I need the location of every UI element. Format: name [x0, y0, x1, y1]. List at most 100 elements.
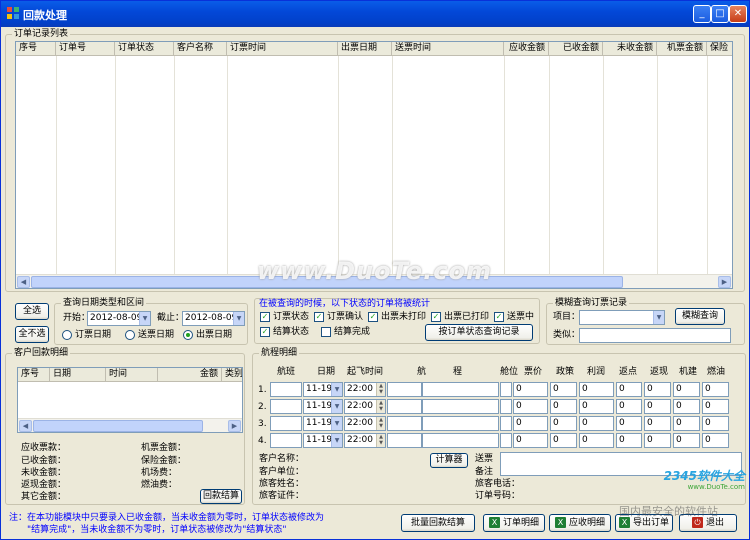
flight-airport-fee-input[interactable]: 0 — [673, 382, 700, 397]
payments-col-header[interactable]: 时间 — [106, 368, 158, 382]
dropdown-arrow-icon[interactable]: ▼ — [331, 383, 342, 396]
flight-airport-fee-input[interactable]: 0 — [673, 416, 700, 431]
orders-col-header[interactable]: 订单状态 — [115, 42, 174, 56]
checkbox-settling[interactable]: ✓ — [260, 327, 270, 337]
orders-table[interactable]: 序号 订单号 订单状态 客户名称 订票时间 出票日期 送票时间 应收金额 已收金… — [15, 41, 733, 289]
flight-profit-input[interactable]: 0 — [579, 382, 614, 397]
flight-cabin-input[interactable] — [500, 416, 512, 431]
flight-price-input[interactable]: 0 — [513, 382, 548, 397]
checkbox-issued-unprinted[interactable]: ✓ — [368, 312, 378, 322]
batch-settle-button[interactable]: 批量回款结算 — [401, 514, 475, 532]
orders-col-header[interactable]: 订票时间 — [227, 42, 338, 56]
orders-col-header[interactable]: 机票金额 — [657, 42, 707, 56]
checkbox-issued-printed[interactable]: ✓ — [431, 312, 441, 322]
receivable-detail-button[interactable]: X 应收明细 — [549, 514, 611, 532]
orders-col-header[interactable]: 未收金额 — [603, 42, 657, 56]
scroll-left-arrow-icon[interactable]: ◀ — [19, 420, 32, 432]
flight-cashback-input[interactable]: 0 — [644, 433, 671, 448]
flight-fuel-fee-input[interactable]: 0 — [702, 382, 729, 397]
checkbox-order-confirm[interactable]: ✓ — [314, 312, 324, 322]
flight-route-input[interactable] — [422, 382, 499, 397]
payments-col-header[interactable]: 金额 — [158, 368, 222, 382]
flight-date-select[interactable]: 11-19 ▼ — [303, 416, 343, 431]
scroll-right-arrow-icon[interactable]: ▶ — [228, 420, 241, 432]
payments-col-header[interactable]: 序号 — [18, 368, 50, 382]
flight-cashback-input[interactable]: 0 — [644, 382, 671, 397]
dropdown-arrow-icon[interactable]: ▼ — [331, 417, 342, 430]
checkbox-settled[interactable] — [321, 327, 331, 337]
order-detail-button[interactable]: X 订单明细 — [483, 514, 545, 532]
flight-cashback-input[interactable]: 0 — [644, 416, 671, 431]
payments-table[interactable]: 序号 日期 时间 金额 类别 ◀ ▶ — [17, 367, 243, 433]
checkbox-settled-label[interactable]: 结算完成 — [334, 327, 370, 338]
flight-from-input[interactable] — [387, 399, 422, 414]
flight-policy-input[interactable]: 0 — [550, 382, 577, 397]
flight-date-select[interactable]: 11-19 ▼ — [303, 399, 343, 414]
spinner-arrows-icon[interactable]: ▲ ▼ — [376, 383, 385, 396]
flight-rebate-input[interactable]: 0 — [616, 433, 642, 448]
dropdown-arrow-icon[interactable]: ▼ — [331, 434, 342, 447]
flight-policy-input[interactable]: 0 — [550, 433, 577, 448]
flight-policy-input[interactable]: 0 — [550, 399, 577, 414]
checkbox-order-status-label[interactable]: 订票状态 — [273, 312, 309, 323]
payments-col-header[interactable]: 类别 — [222, 368, 242, 382]
flight-price-input[interactable]: 0 — [513, 399, 548, 414]
flight-number-input[interactable] — [270, 433, 302, 448]
flight-profit-input[interactable]: 0 — [579, 399, 614, 414]
calculator-button[interactable]: 计算器 — [430, 453, 468, 468]
orders-col-header[interactable]: 客户名称 — [174, 42, 227, 56]
dropdown-arrow-icon[interactable]: ▼ — [331, 400, 342, 413]
orders-col-header[interactable]: 已收金额 — [549, 42, 603, 56]
flight-cabin-input[interactable] — [500, 399, 512, 414]
checkbox-order-confirm-label[interactable]: 订票确认 — [327, 312, 363, 323]
flight-from-input[interactable] — [387, 416, 422, 431]
payments-col-header[interactable]: 日期 — [50, 368, 106, 382]
dropdown-arrow-icon[interactable]: ▼ — [233, 312, 244, 325]
flight-airport-fee-input[interactable]: 0 — [673, 399, 700, 414]
flight-cabin-input[interactable] — [500, 433, 512, 448]
select-all-button[interactable]: 全选 — [15, 303, 49, 320]
flight-number-input[interactable] — [270, 399, 302, 414]
select-none-button[interactable]: 全不选 — [15, 326, 49, 343]
end-date-picker[interactable]: 2012-08-09 ▼ — [182, 311, 245, 326]
fuzzy-item-select[interactable]: ▼ — [579, 310, 665, 325]
orders-col-header[interactable]: 订单号 — [56, 42, 115, 56]
flight-rebate-input[interactable]: 0 — [616, 416, 642, 431]
flight-time-spinner[interactable]: 22:00 ▲ ▼ — [344, 399, 386, 414]
radio-order-date[interactable] — [62, 330, 72, 340]
payments-hscrollbar[interactable]: ◀ ▶ — [18, 418, 242, 432]
orders-col-header[interactable]: 送票时间 — [392, 42, 504, 56]
radio-issue-date-label[interactable]: 出票日期 — [196, 330, 232, 341]
query-by-status-button[interactable]: 按订单状态查询记录 — [425, 324, 533, 341]
checkbox-issued-printed-label[interactable]: 出票已打印 — [444, 312, 489, 323]
checkbox-delivering-label[interactable]: 送票中 — [507, 312, 534, 323]
fuzzy-type-input[interactable] — [579, 328, 731, 343]
scroll-left-arrow-icon[interactable]: ◀ — [17, 276, 30, 288]
flight-profit-input[interactable]: 0 — [579, 416, 614, 431]
flight-from-input[interactable] — [387, 433, 422, 448]
flight-cabin-input[interactable] — [500, 382, 512, 397]
dropdown-arrow-icon[interactable]: ▼ — [653, 311, 664, 324]
spinner-arrows-icon[interactable]: ▲ ▼ — [376, 417, 385, 430]
close-button[interactable]: ✕ — [729, 5, 747, 23]
flight-airport-fee-input[interactable]: 0 — [673, 433, 700, 448]
flight-route-input[interactable] — [422, 433, 499, 448]
flight-policy-input[interactable]: 0 — [550, 416, 577, 431]
radio-order-date-label[interactable]: 订票日期 — [75, 330, 111, 341]
flight-price-input[interactable]: 0 — [513, 416, 548, 431]
orders-col-header[interactable]: 序号 — [16, 42, 56, 56]
flight-number-input[interactable] — [270, 416, 302, 431]
flight-rebate-input[interactable]: 0 — [616, 382, 642, 397]
checkbox-settling-label[interactable]: 结算状态 — [273, 327, 309, 338]
flight-profit-input[interactable]: 0 — [579, 433, 614, 448]
flight-fuel-fee-input[interactable]: 0 — [702, 433, 729, 448]
flight-from-input[interactable] — [387, 382, 422, 397]
radio-issue-date[interactable] — [183, 330, 193, 340]
spinner-arrows-icon[interactable]: ▲ ▼ — [376, 400, 385, 413]
spinner-arrows-icon[interactable]: ▲ ▼ — [376, 434, 385, 447]
minimize-button[interactable]: _ — [693, 5, 711, 23]
flight-date-select[interactable]: 11-19 ▼ — [303, 382, 343, 397]
flight-number-input[interactable] — [270, 382, 302, 397]
orders-col-header[interactable]: 应收金额 — [504, 42, 549, 56]
dropdown-arrow-icon[interactable]: ▼ — [139, 312, 150, 325]
